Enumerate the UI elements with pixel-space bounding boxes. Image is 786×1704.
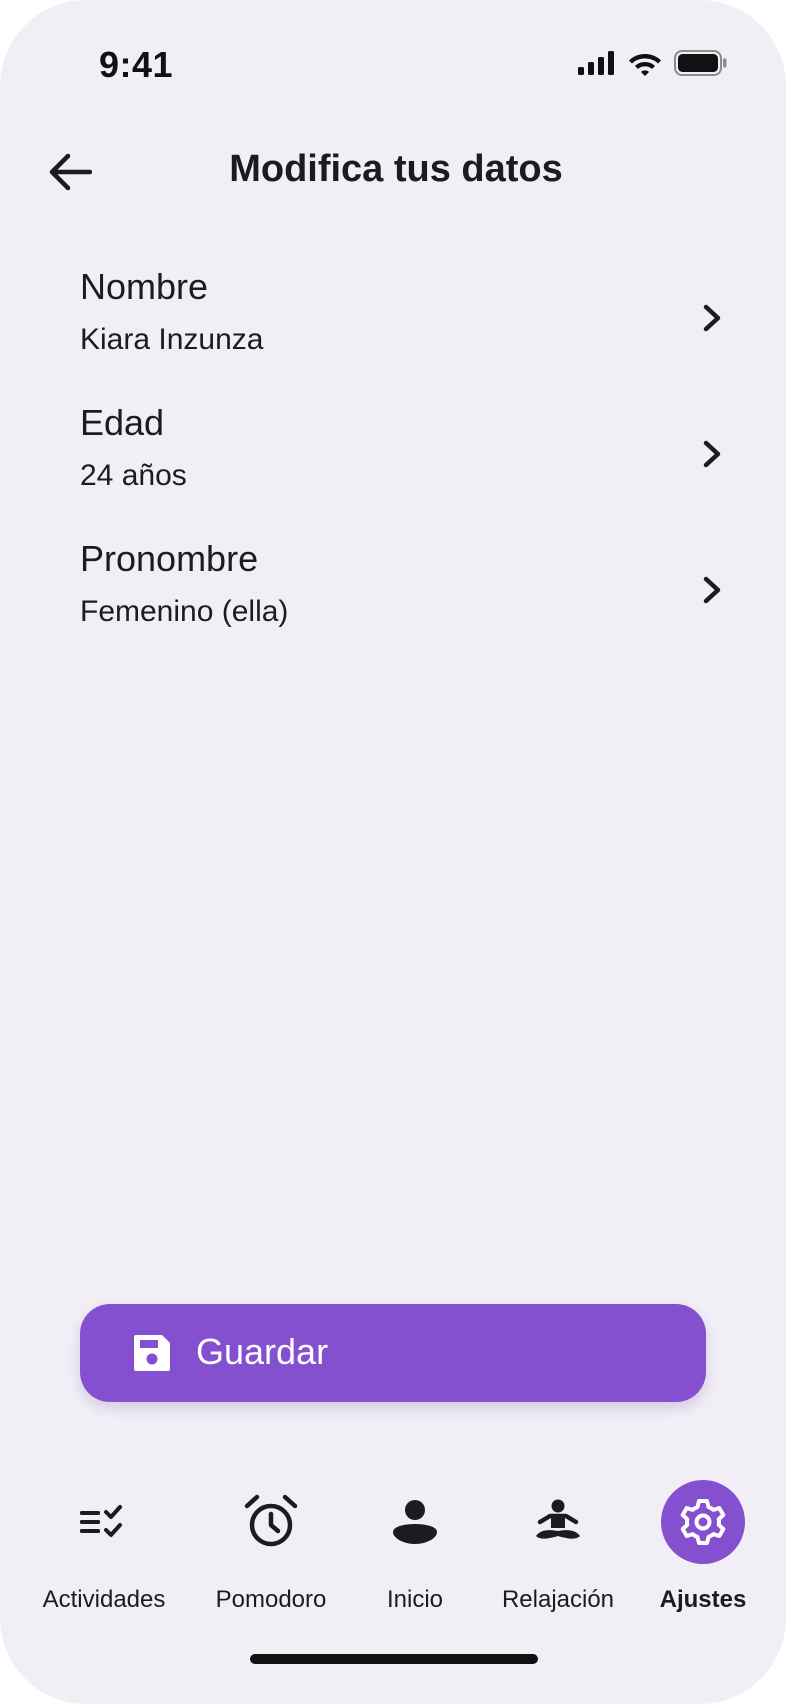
- alarm-clock-icon: [229, 1480, 313, 1564]
- chevron-right-icon: [692, 570, 732, 610]
- chevron-right-icon: [692, 434, 732, 474]
- profile-fields-list: Nombre Kiara Inzunza Edad 24 años Pronom…: [80, 258, 721, 666]
- chevron-right-icon: [692, 298, 732, 338]
- phone-screen: 9:41 Modifica tus datos Nombre Kiara Inz…: [0, 0, 786, 1704]
- signal-icon: [578, 51, 614, 75]
- nav-item-actividades[interactable]: Actividades: [26, 1480, 182, 1620]
- status-icons: [578, 50, 728, 76]
- wifi-icon: [629, 54, 661, 76]
- status-bar: 9:41: [0, 0, 786, 110]
- field-label: Pronombre: [80, 538, 259, 579]
- field-row-edad[interactable]: Edad 24 años: [80, 394, 721, 530]
- field-value: Femenino (ella): [80, 595, 289, 628]
- save-button[interactable]: Guardar: [80, 1304, 706, 1402]
- nav-item-ajustes[interactable]: Ajustes: [625, 1480, 781, 1620]
- save-icon: [134, 1335, 170, 1371]
- nav-label: Ajustes: [659, 1586, 747, 1613]
- field-value: 24 años: [80, 459, 187, 492]
- home-indicator: [250, 1654, 538, 1664]
- header: Modifica tus datos: [0, 140, 786, 204]
- meditation-icon: [516, 1480, 600, 1564]
- person-icon: [373, 1480, 457, 1564]
- checklist-icon: [62, 1480, 146, 1564]
- page-title: Modifica tus datos: [229, 148, 563, 190]
- save-button-label: Guardar: [196, 1331, 329, 1372]
- field-value: Kiara Inzunza: [80, 323, 264, 356]
- field-label: Edad: [80, 402, 165, 443]
- battery-icon: [674, 50, 727, 76]
- status-time: 9:41: [99, 44, 174, 85]
- bottom-navigation: Actividades Pomodoro Inicio Relajación A…: [0, 1480, 786, 1620]
- field-row-pronombre[interactable]: Pronombre Femenino (ella): [80, 530, 721, 666]
- gear-icon: [661, 1480, 745, 1564]
- field-row-nombre[interactable]: Nombre Kiara Inzunza: [80, 258, 721, 394]
- field-label: Nombre: [80, 266, 209, 307]
